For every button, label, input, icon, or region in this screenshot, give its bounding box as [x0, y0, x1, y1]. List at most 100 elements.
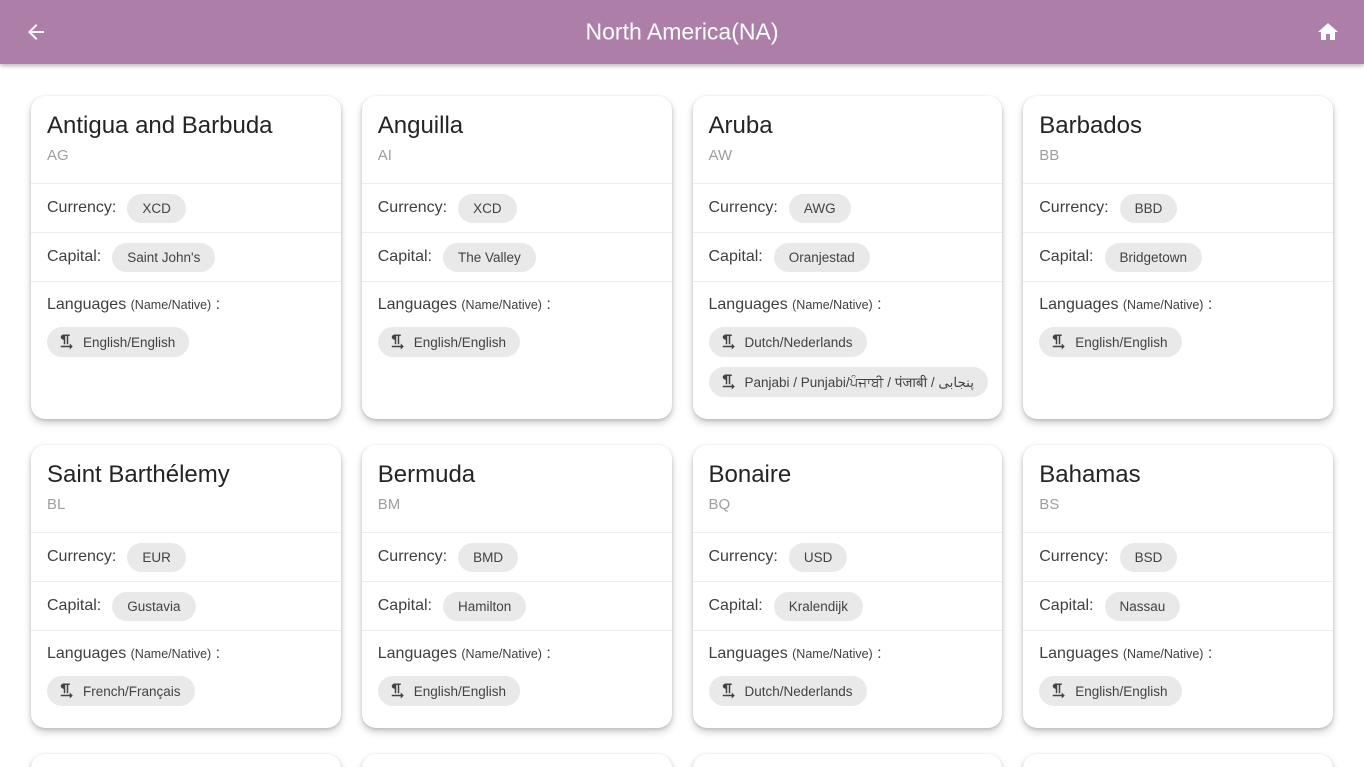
country-code: AW — [709, 145, 987, 167]
currency-row: Currency: BMD — [362, 532, 672, 581]
capital-chip: Kralendijk — [774, 592, 863, 621]
currency-row: Currency: BSD — [1023, 532, 1333, 581]
language-chip-list: English/English — [1039, 327, 1317, 357]
languages-label: Languages (Name/Native) : — [709, 292, 987, 318]
country-name: Barbados — [1039, 110, 1317, 142]
country-code: BB — [1039, 145, 1317, 167]
language-chip-list: English/English — [1039, 676, 1317, 706]
language-chip: English/English — [378, 327, 520, 357]
language-chip-label: Panjabi / Punjabi/ਪੰਜਾਬੀ / पंजाबी / پنجا… — [745, 373, 975, 391]
country-code: BM — [378, 494, 656, 516]
capital-label: Capital: — [378, 248, 432, 266]
capital-chip: Oranjestad — [774, 243, 870, 272]
country-card[interactable]: Barbados BB Currency: BBD Capital: Bridg… — [1023, 96, 1333, 419]
currency-chip: XCD — [458, 194, 517, 223]
capital-label: Capital: — [709, 597, 763, 615]
country-card-partial[interactable] — [31, 754, 341, 767]
language-chip-label: English/English — [83, 335, 175, 350]
country-card[interactable]: Bahamas BS Currency: BSD Capital: Nassau… — [1023, 445, 1333, 728]
language-chip-label: English/English — [1075, 684, 1167, 699]
capital-row: Capital: Nassau — [1023, 581, 1333, 630]
card-header: Bahamas BS — [1023, 445, 1333, 532]
languages-section: Languages (Name/Native) : English/Englis… — [362, 630, 672, 728]
country-card-partial[interactable] — [693, 754, 1003, 767]
capital-row: Capital: Bridgetown — [1023, 232, 1333, 281]
language-chip-label: English/English — [414, 335, 506, 350]
format-textdirection-icon — [57, 682, 75, 700]
card-header: Saint Barthélemy BL — [31, 445, 341, 532]
capital-chip: The Valley — [443, 243, 536, 272]
language-chip-label: Dutch/Nederlands — [745, 335, 853, 350]
format-textdirection-icon — [388, 333, 406, 351]
country-card[interactable]: Anguilla AI Currency: XCD Capital: The V… — [362, 96, 672, 419]
card-header: Bonaire BQ — [693, 445, 1003, 532]
language-chip-list: English/English — [378, 327, 656, 357]
language-chip: French/Français — [47, 676, 195, 706]
capital-row: Capital: Hamilton — [362, 581, 672, 630]
capital-chip: Gustavia — [112, 592, 195, 621]
country-code: AI — [378, 145, 656, 167]
capital-label: Capital: — [1039, 597, 1093, 615]
card-header: Anguilla AI — [362, 96, 672, 183]
country-code: AG — [47, 145, 325, 167]
format-textdirection-icon — [388, 682, 406, 700]
currency-row: Currency: XCD — [362, 183, 672, 232]
languages-section: Languages (Name/Native) : English/Englis… — [1023, 281, 1333, 419]
languages-note: (Name/Native) — [461, 647, 542, 661]
currency-label: Currency: — [709, 548, 778, 566]
country-card[interactable]: Aruba AW Currency: AWG Capital: Oranjest… — [693, 96, 1003, 419]
languages-note: (Name/Native) — [131, 298, 212, 312]
currency-chip: EUR — [127, 543, 186, 572]
language-chip-list: French/Français — [47, 676, 325, 706]
format-textdirection-icon — [57, 333, 75, 351]
currency-row: Currency: XCD — [31, 183, 341, 232]
language-chip: English/English — [47, 327, 189, 357]
country-code: BL — [47, 494, 325, 516]
languages-label: Languages (Name/Native) : — [1039, 292, 1317, 318]
currency-label: Currency: — [47, 548, 116, 566]
back-button[interactable] — [16, 12, 56, 52]
country-code: BS — [1039, 494, 1317, 516]
country-name: Bahamas — [1039, 459, 1317, 491]
format-textdirection-icon — [719, 373, 737, 391]
country-card[interactable]: Bonaire BQ Currency: USD Capital: Kralen… — [693, 445, 1003, 728]
currency-label: Currency: — [1039, 548, 1108, 566]
capital-label: Capital: — [1039, 248, 1093, 266]
country-card-partial[interactable] — [362, 754, 672, 767]
country-card-partial[interactable] — [1023, 754, 1333, 767]
language-chip-list: Dutch/Nederlands Panjabi / Punjabi/ਪੰਜਾਬੀ… — [709, 327, 987, 397]
languages-note: (Name/Native) — [792, 647, 873, 661]
language-chip-list: Dutch/Nederlands — [709, 676, 987, 706]
language-chip: Dutch/Nederlands — [709, 327, 867, 357]
currency-label: Currency: — [709, 199, 778, 217]
capital-chip: Nassau — [1105, 592, 1181, 621]
language-chip: Panjabi / Punjabi/ਪੰਜਾਬੀ / पंजाबी / پنجا… — [709, 367, 989, 397]
language-chip: Dutch/Nederlands — [709, 676, 867, 706]
country-code: BQ — [709, 494, 987, 516]
languages-label: Languages (Name/Native) : — [47, 641, 325, 667]
home-icon — [1316, 20, 1340, 44]
currency-row: Currency: USD — [693, 532, 1003, 581]
language-chip-label: Dutch/Nederlands — [745, 684, 853, 699]
currency-chip: AWG — [789, 194, 851, 223]
format-textdirection-icon — [1049, 682, 1067, 700]
languages-section: Languages (Name/Native) : French/Françai… — [31, 630, 341, 728]
country-name: Bonaire — [709, 459, 987, 491]
languages-note: (Name/Native) — [131, 647, 212, 661]
languages-label: Languages (Name/Native) : — [1039, 641, 1317, 667]
currency-label: Currency: — [47, 199, 116, 217]
country-card[interactable]: Antigua and Barbuda AG Currency: XCD Cap… — [31, 96, 341, 419]
country-card[interactable]: Bermuda BM Currency: BMD Capital: Hamilt… — [362, 445, 672, 728]
capital-row: Capital: Oranjestad — [693, 232, 1003, 281]
currency-label: Currency: — [1039, 199, 1108, 217]
language-chip-label: English/English — [414, 684, 506, 699]
card-header: Aruba AW — [693, 96, 1003, 183]
country-name: Antigua and Barbuda — [47, 110, 325, 142]
currency-label: Currency: — [378, 199, 447, 217]
languages-label: Languages (Name/Native) : — [378, 641, 656, 667]
home-button[interactable] — [1308, 12, 1348, 52]
capital-row: Capital: The Valley — [362, 232, 672, 281]
country-card-grid: Antigua and Barbuda AG Currency: XCD Cap… — [0, 64, 1364, 767]
language-chip: English/English — [1039, 327, 1181, 357]
country-card[interactable]: Saint Barthélemy BL Currency: EUR Capita… — [31, 445, 341, 728]
